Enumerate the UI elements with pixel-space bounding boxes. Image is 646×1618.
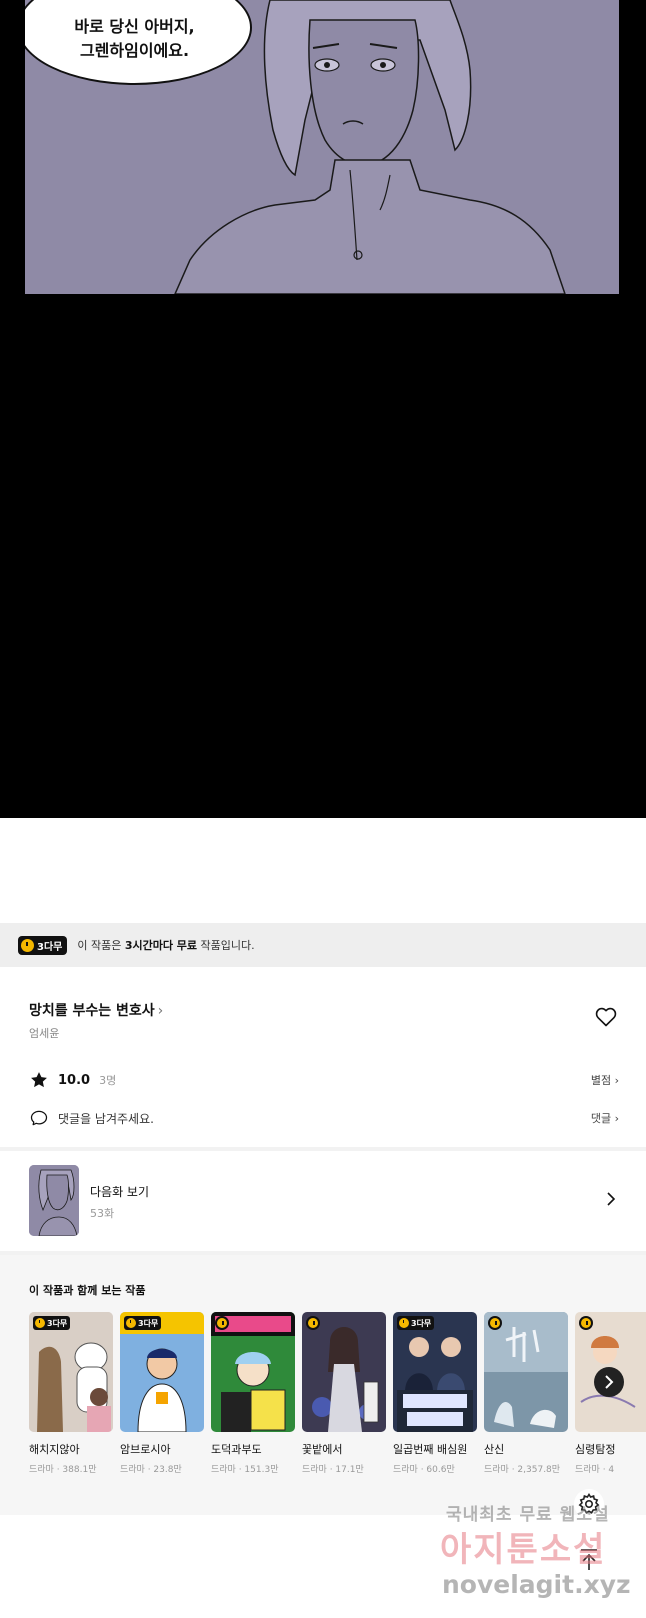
badge-label: 3다무 — [411, 1318, 432, 1328]
clock-face — [217, 1318, 227, 1328]
clock-face — [490, 1318, 500, 1328]
clock-icon — [579, 1316, 593, 1330]
comment-prompt: 댓글을 남겨주세요. — [58, 1111, 154, 1126]
watermark-domain: novelagit.xyz — [442, 1570, 631, 1599]
star-icon — [31, 1072, 47, 1088]
badge-label: 3다무 — [37, 941, 63, 953]
chevron-right-icon: › — [614, 1112, 619, 1125]
series-title: 망치를 부수는 변호사 — [29, 1003, 155, 1019]
badge-label: 3다무 — [47, 1318, 68, 1328]
speech-line-1: 바로 당신 아버지, — [74, 16, 195, 36]
recommendation-meta: 드라마 · 23.8만 — [120, 1465, 182, 1475]
cover-illustration — [393, 1312, 477, 1432]
wait-free-badge: 3다무 — [33, 1316, 71, 1330]
next-episode-thumbnail — [29, 1165, 79, 1236]
recommendation-cover: 3다무 — [393, 1312, 477, 1432]
wait-free-badge: 3다무 — [124, 1316, 162, 1330]
cover-illustration — [29, 1312, 113, 1432]
recommendation-title: 일곱번째 배심원 — [393, 1443, 468, 1456]
speech-line-2: 그렌하임이에요. — [79, 40, 190, 60]
recommendation-cover: 3다무 — [29, 1312, 113, 1432]
cover-illustration — [120, 1312, 204, 1432]
recommendation-card[interactable]: 도덕과부도 드라마 · 151.3만 — [211, 1312, 295, 1475]
recommendation-meta: 드라마 · 17.1만 — [302, 1465, 364, 1475]
recommendation-title: 꽃밭에서 — [302, 1443, 343, 1456]
cover-illustration — [302, 1312, 386, 1432]
recommendation-card[interactable]: 3다무 해치지않아 드라마 · 388.1만 — [29, 1312, 113, 1475]
recommendation-title: 도덕과부도 — [211, 1443, 262, 1456]
clock-face — [581, 1318, 591, 1328]
clock-icon — [399, 1318, 409, 1328]
free-notice-prefix: 이 작품은 — [77, 939, 125, 952]
chevron-right-icon — [607, 1192, 616, 1206]
recommendations-title: 이 작품과 함께 보는 작품 — [29, 1284, 146, 1297]
free-notice-banner: 3다무 이 작품은 3시간마다 무료 작품입니다. — [0, 923, 646, 967]
speech-bubble-icon — [30, 1110, 48, 1126]
series-title-link[interactable]: 망치를 부수는 변호사 › — [29, 1000, 163, 1020]
clock-icon — [306, 1316, 320, 1330]
recommendation-meta: 드라마 · 4 — [575, 1465, 615, 1475]
recommendation-cover — [211, 1312, 295, 1432]
gear-icon[interactable] — [573, 1488, 605, 1520]
recommendation-title: 산신 — [484, 1443, 505, 1456]
cover-illustration — [484, 1312, 568, 1432]
rate-button-label: 별점 — [590, 1074, 612, 1087]
recommendation-title: 암브로시아 — [120, 1443, 171, 1456]
recommendations-carousel: 3다무 해치지않아 드라마 · 388.1만 3다무 암브로시아 드라마 · 2… — [29, 1312, 646, 1482]
clock-icon — [35, 1318, 45, 1328]
recommendation-card[interactable]: 꽃밭에서 드라마 · 17.1만 — [302, 1312, 386, 1475]
recommendation-title: 심령탐정 — [575, 1443, 616, 1456]
comments-button[interactable]: 댓글 › — [591, 1110, 619, 1126]
chevron-right-icon — [605, 1375, 614, 1389]
recommendation-meta: 드라마 · 60.6만 — [393, 1465, 455, 1475]
next-episode-label: 다음화 보기 — [90, 1185, 150, 1199]
recommendation-cover: 3다무 — [120, 1312, 204, 1432]
comment-row[interactable]: 댓글을 남겨주세요. 댓글 › — [29, 1106, 619, 1130]
wait-free-badge: 3다무 — [18, 935, 68, 955]
clock-icon — [488, 1316, 502, 1330]
heart-icon[interactable] — [594, 1005, 618, 1029]
recommendation-card[interactable]: 3다무 암브로시아 드라마 · 23.8만 — [120, 1312, 204, 1475]
free-notice-suffix: 작품입니다. — [197, 939, 255, 952]
cover-illustration — [211, 1312, 295, 1432]
recommendation-cover — [302, 1312, 386, 1432]
rating-value: 10.0 — [58, 1072, 91, 1088]
rating-row: 10.0 3명 별점 › — [29, 1068, 619, 1092]
badge-label: 3다무 — [138, 1318, 159, 1328]
recommendations-section: 이 작품과 함께 보는 작품 3다무 해치지않아 드라마 · 388.1만 3다… — [0, 1255, 646, 1515]
rate-button[interactable]: 별점 › — [591, 1072, 619, 1088]
chevron-right-icon: › — [614, 1074, 619, 1087]
scroll-to-top-icon[interactable] — [578, 1548, 600, 1572]
site-watermark: 국내최초 무료 웹소설 아지툰소설 novelagit.xyz — [440, 1500, 640, 1610]
clock-icon — [21, 938, 34, 952]
next-episode-row[interactable]: 다음화 보기 53화 — [0, 1151, 646, 1251]
recommendation-card[interactable]: 산신 드라마 · 2,357.8만 — [484, 1312, 568, 1475]
thumbnail-illustration — [29, 1165, 79, 1236]
wait-free-badge: 3다무 — [397, 1316, 435, 1330]
chevron-right-icon: › — [157, 1003, 164, 1019]
recommendation-meta: 드라마 · 151.3만 — [211, 1465, 279, 1475]
recommendation-card[interactable]: 3다무 일곱번째 배심원 드라마 · 60.6만 — [393, 1312, 477, 1475]
recommendation-cover — [484, 1312, 568, 1432]
free-notice-text: 이 작품은 3시간마다 무료 작품입니다. — [77, 937, 254, 953]
carousel-next-button[interactable] — [594, 1367, 624, 1397]
series-info-section: 망치를 부수는 변호사 › 엄세윤 10.0 3명 별점 › 댓글을 남겨주세요.… — [0, 967, 646, 1147]
next-episode-number: 53화 — [90, 1207, 115, 1220]
recommendation-meta: 드라마 · 2,357.8만 — [484, 1465, 561, 1475]
free-notice-highlight: 3시간마다 무료 — [124, 939, 198, 952]
recommendation-title: 해치지않아 — [29, 1443, 80, 1456]
series-author[interactable]: 엄세윤 — [29, 1025, 59, 1041]
comic-viewer: 바로 당신 아버지, 그렌하임이에요. — [0, 0, 646, 818]
rating-count: 3명 — [99, 1074, 117, 1087]
clock-icon — [215, 1316, 229, 1330]
comments-button-label: 댓글 — [590, 1112, 612, 1125]
clock-face — [308, 1318, 318, 1328]
comic-panel-image: 바로 당신 아버지, 그렌하임이에요. — [25, 0, 619, 294]
recommendation-meta: 드라마 · 388.1만 — [29, 1465, 97, 1475]
clock-icon — [126, 1318, 136, 1328]
